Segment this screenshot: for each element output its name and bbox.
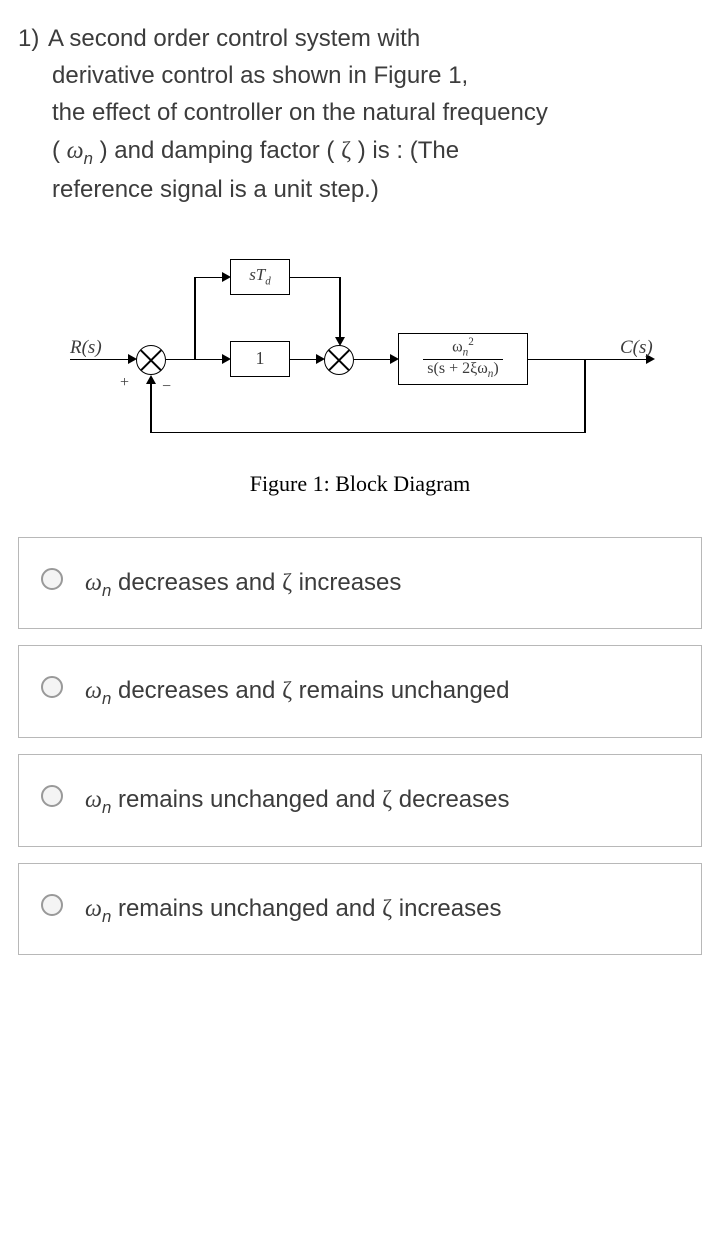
figure: R(s) + − 1 sTd xyxy=(18,237,702,501)
line xyxy=(354,359,392,361)
opt-a-post: increases xyxy=(292,569,401,596)
zeta-symbol: ζ xyxy=(282,678,292,704)
option-a[interactable]: ωn decreases and ζ increases xyxy=(18,537,702,630)
opt-d-mid: remains unchanged and xyxy=(111,895,382,922)
td-label: sT xyxy=(249,265,265,284)
zeta-symbol: ζ xyxy=(341,138,351,164)
minus-sign: − xyxy=(162,375,171,400)
figure-caption: Figure 1: Block Diagram xyxy=(18,467,702,501)
block-diagram: R(s) + − 1 sTd xyxy=(50,237,670,457)
q-line2: derivative control as shown in Figure 1, xyxy=(52,62,468,89)
q-line3: the effect of controller on the natural … xyxy=(52,99,548,126)
plant-den-b: ) xyxy=(493,360,498,377)
zeta-symbol: ζ xyxy=(382,787,392,813)
opt-b-post: remains unchanged xyxy=(292,677,509,704)
q-line1: A second order control system with xyxy=(48,25,420,52)
plant-num-sub: n xyxy=(463,347,469,359)
q-line5: reference signal is a unit step.) xyxy=(52,176,379,203)
opt-a-mid: decreases and xyxy=(111,569,282,596)
line xyxy=(194,277,196,359)
td-sub: d xyxy=(265,276,271,288)
q-line4a: ( xyxy=(52,137,67,164)
plant-den-a: s(s + 2ξω xyxy=(427,360,487,377)
question-text: 1)A second order control system with der… xyxy=(18,20,702,209)
question-number: 1) xyxy=(18,20,48,57)
gain-block: 1 xyxy=(230,341,290,377)
zeta-symbol: ζ xyxy=(382,896,392,922)
line xyxy=(290,359,318,361)
omega-sub: n xyxy=(102,798,111,817)
zeta-symbol: ζ xyxy=(282,570,292,596)
opt-b-mid: decreases and xyxy=(111,677,282,704)
line xyxy=(166,359,224,361)
radio-icon[interactable] xyxy=(41,568,63,590)
omega-symbol: ω xyxy=(67,138,84,164)
options-list: ωn decreases and ζ increases ωn decrease… xyxy=(18,537,702,956)
line xyxy=(584,359,586,433)
plant-block: ωn2 s(s + 2ξωn) xyxy=(398,333,528,385)
plant-num-sup: 2 xyxy=(468,336,474,348)
line xyxy=(290,277,340,279)
radio-icon[interactable] xyxy=(41,894,63,916)
opt-d-post: increases xyxy=(392,895,501,922)
derivative-block: sTd xyxy=(230,259,290,295)
line xyxy=(150,382,152,433)
line xyxy=(70,359,130,361)
gain-value: 1 xyxy=(256,345,265,373)
arrow-icon xyxy=(222,272,231,282)
omega-sub: n xyxy=(102,580,111,599)
option-b[interactable]: ωn decreases and ζ remains unchanged xyxy=(18,645,702,738)
omega-symbol: ω xyxy=(85,570,102,596)
omega-symbol: ω xyxy=(85,678,102,704)
arrow-icon xyxy=(146,375,156,384)
opt-c-post: decreases xyxy=(392,786,509,813)
omega-sub: n xyxy=(84,148,93,167)
plant-num-sym: ω xyxy=(452,339,463,356)
option-d[interactable]: ωn remains unchanged and ζ increases xyxy=(18,863,702,956)
omega-sub: n xyxy=(102,689,111,708)
omega-symbol: ω xyxy=(85,787,102,813)
summing-junction-2 xyxy=(324,345,354,375)
q-line4c: ) is : (The xyxy=(351,137,459,164)
radio-icon[interactable] xyxy=(41,785,63,807)
line xyxy=(194,277,224,279)
summing-junction-1 xyxy=(136,345,166,375)
line xyxy=(150,432,585,434)
omega-symbol: ω xyxy=(85,896,102,922)
q-line4b: ) and damping factor ( xyxy=(93,137,341,164)
omega-sub: n xyxy=(102,907,111,926)
plus-sign: + xyxy=(120,371,129,396)
c-label: C(s) xyxy=(620,333,653,362)
radio-icon[interactable] xyxy=(41,676,63,698)
option-c[interactable]: ωn remains unchanged and ζ decreases xyxy=(18,754,702,847)
line xyxy=(339,277,341,339)
opt-c-mid: remains unchanged and xyxy=(111,786,382,813)
